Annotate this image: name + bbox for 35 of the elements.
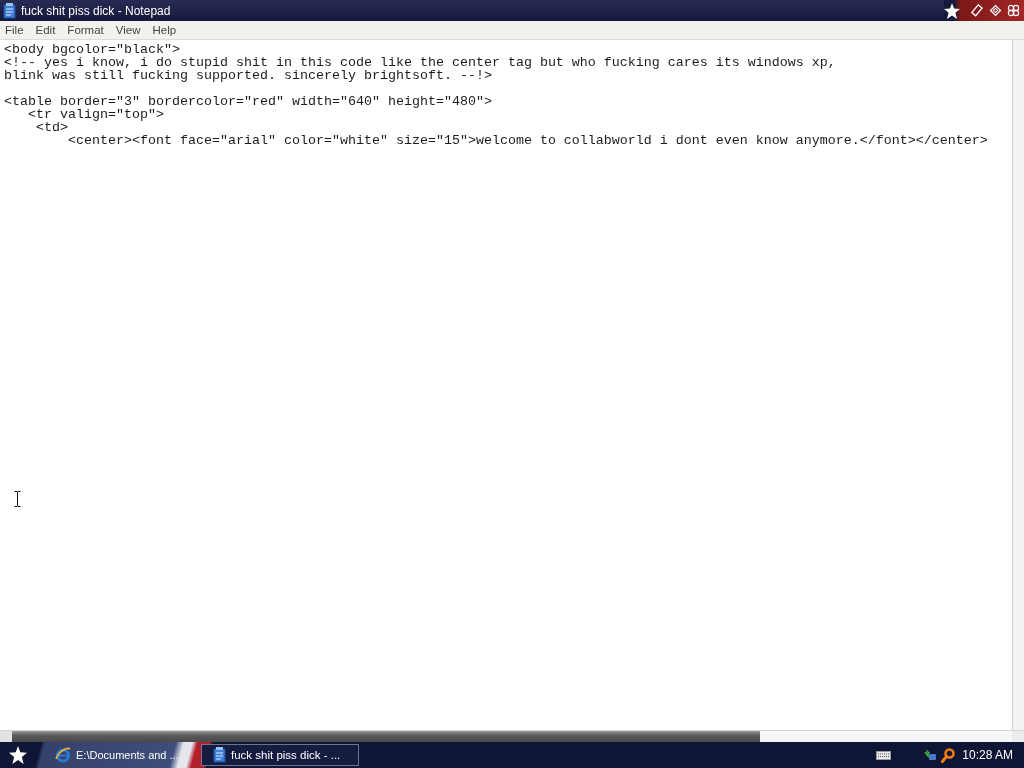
notepad-icon (213, 747, 226, 763)
code-line: blink was still fucking supported. sincerely brightsoft. --!> (4, 69, 492, 82)
menu-item[interactable]: Format (62, 24, 110, 36)
code-line: <td> (35, 121, 68, 134)
menu-item[interactable]: File (0, 24, 30, 36)
code-line: <table border="3" bordercolor="red" width="640" height="480"> (4, 95, 492, 108)
text-cursor-icon (14, 491, 21, 507)
horizontal-scrollbar[interactable] (12, 730, 1012, 742)
maximize-button[interactable] (989, 4, 1002, 17)
clock: 10:28 AM (962, 748, 1013, 762)
window-title: fuck shit piss dick - Notepad (21, 3, 171, 18)
network-icon (924, 748, 938, 762)
scrollbar-corner (1012, 730, 1024, 742)
star-icon (9, 746, 27, 764)
browser-icon (55, 747, 71, 763)
star-icon (944, 2, 960, 19)
minimize-icon (971, 4, 984, 17)
scrollbar-thumb[interactable] (12, 731, 760, 742)
close-button[interactable] (1007, 4, 1020, 17)
notepad-icon (3, 2, 16, 19)
menu-item[interactable]: Help (147, 24, 183, 36)
code-line: <!-- yes i know, i do stupid shit in this code like the center tag but who fucking cares its windows xp, (4, 56, 836, 69)
taskbar-button[interactable]: E:\Documents and ... (46, 744, 201, 766)
search-icon (941, 747, 956, 763)
keyboard-icon (876, 750, 892, 760)
code-line: <body bgcolor="black"> (4, 43, 180, 56)
code-line: <tr valign="top"> (27, 108, 164, 121)
code-line: <center><font face="arial" color="white" size="15">welcome to collabworld i dont even know anymore.</font></center> (67, 134, 988, 147)
close-icon (1007, 4, 1020, 17)
menu-item[interactable]: Edit (30, 24, 62, 36)
taskbar-button[interactable]: fuck shit piss dick - ... (201, 744, 359, 766)
maximize-icon (989, 4, 1002, 17)
minimize-button[interactable] (971, 4, 984, 17)
menu-item[interactable]: View (110, 24, 147, 36)
vertical-scrollbar[interactable] (1012, 40, 1024, 730)
